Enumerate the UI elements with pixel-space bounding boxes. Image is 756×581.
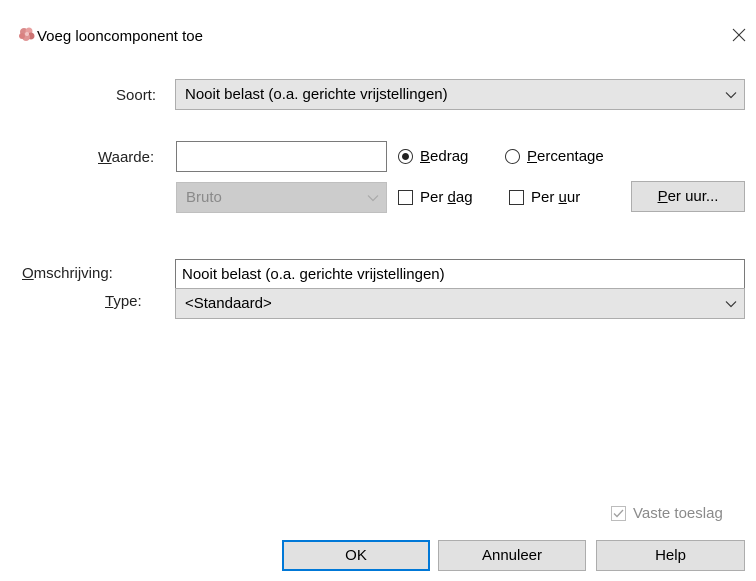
soort-value: Nooit belast (o.a. gerichte vrijstelling…	[185, 86, 448, 103]
annuleer-button-label: Annuleer	[481, 547, 543, 564]
ok-button-label: OK	[345, 547, 367, 564]
bedrag-radio[interactable]: Bedrag	[398, 148, 468, 165]
title-bar: Voeg looncomponent toe	[0, 0, 756, 46]
per-uur-button-label: Per uur...	[657, 188, 719, 205]
chevron-down-icon	[718, 289, 744, 318]
vaste-toeslag-label: Vaste toeslag	[633, 505, 723, 522]
ok-button[interactable]: OK	[282, 540, 430, 571]
waarde-label: Waarde:	[98, 149, 155, 166]
app-flower-icon	[17, 25, 37, 45]
omschrijving-input[interactable]: Nooit belast (o.a. gerichte vrijstelling…	[175, 259, 745, 290]
chevron-down-icon	[718, 80, 744, 109]
help-button[interactable]: Help	[596, 540, 745, 571]
checkbox-unchecked-icon	[398, 190, 413, 205]
percentage-radio[interactable]: Percentage	[505, 148, 604, 165]
waarde-input[interactable]	[176, 141, 387, 172]
radio-selected-icon	[398, 149, 413, 164]
checkbox-unchecked-icon	[509, 190, 524, 205]
soort-label: Soort:	[116, 87, 157, 104]
type-select[interactable]: <Standaard>	[175, 288, 745, 319]
window-title: Voeg looncomponent toe	[37, 28, 203, 45]
per-uur-checkbox[interactable]: Per uur	[509, 189, 580, 206]
type-value: <Standaard>	[185, 295, 272, 312]
bruto-select[interactable]: Bruto	[176, 182, 387, 213]
annuleer-button[interactable]: Annuleer	[438, 540, 586, 571]
per-uur-button[interactable]: Per uur...	[631, 181, 745, 212]
omschrijving-label: Omschrijving:	[22, 265, 113, 282]
per-dag-checkbox[interactable]: Per dag	[398, 189, 473, 206]
bedrag-label: Bedrag	[420, 148, 469, 165]
percentage-label: Percentage	[527, 148, 604, 165]
per-dag-label: Per dag	[420, 189, 473, 206]
chevron-down-icon	[360, 183, 386, 212]
close-icon[interactable]	[728, 24, 750, 46]
type-label: Type:	[105, 293, 142, 310]
soort-select[interactable]: Nooit belast (o.a. gerichte vrijstelling…	[175, 79, 745, 110]
help-button-label: Help	[655, 547, 686, 564]
bruto-value: Bruto	[186, 189, 222, 206]
radio-unselected-icon	[505, 149, 520, 164]
vaste-toeslag-checkbox[interactable]: Vaste toeslag	[611, 505, 723, 522]
checkbox-checked-icon	[611, 506, 626, 521]
per-uur-check-label: Per uur	[531, 189, 581, 206]
